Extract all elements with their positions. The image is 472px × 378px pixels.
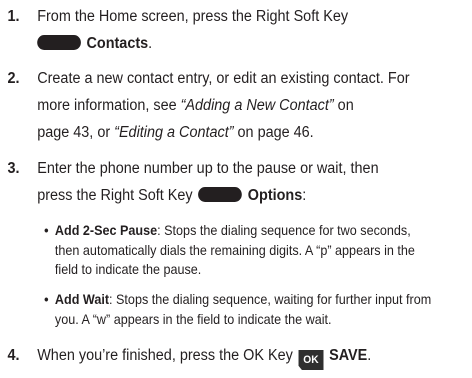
step-number: 1. — [7, 8, 20, 25]
step-line: press the Right Soft Key Options: — [37, 187, 307, 204]
key-label: Options — [247, 187, 303, 204]
bullet-body: Add Wait: Stops the dialing sequence, wa… — [54, 291, 432, 327]
step-line: page 43, or “Editing a Contact” on page … — [37, 124, 314, 141]
step-body: From the Home screen, press the Right So… — [37, 3, 460, 57]
step-line: Create a new contact entry, or edit an e… — [37, 70, 410, 87]
option-term: Add Wait — [54, 291, 110, 307]
step-line: When you’re finished, press the OK Key OK… — [37, 342, 460, 370]
key-label: SAVE — [329, 347, 368, 364]
step-number: 2. — [7, 70, 20, 87]
bullet-body: Add 2-Sec Pause: Stops the dialing seque… — [54, 222, 415, 277]
step-line: Enter the phone number up to the pause o… — [37, 160, 379, 177]
step-line: From the Home screen, press the Right So… — [37, 8, 349, 25]
cross-reference: “Adding a New Contact” — [180, 97, 334, 114]
right-soft-key-icon — [198, 187, 243, 202]
step-line: Contacts. — [37, 30, 460, 57]
step-body: Create a new contact entry, or edit an e… — [37, 65, 460, 146]
right-soft-key-icon — [37, 35, 81, 50]
step-number: 4. — [7, 347, 20, 364]
ok-key-icon: OK — [298, 350, 324, 370]
cross-reference: “Editing a Contact” — [114, 124, 234, 141]
bullet-marker: • — [44, 222, 49, 238]
step-line: more information, see “Adding a New Cont… — [37, 97, 354, 114]
bullet-marker: • — [44, 291, 49, 307]
step-body: When you’re finished, press the OK Key OK… — [37, 342, 460, 370]
manual-page: 1. From the Home screen, press the Right… — [0, 0, 472, 378]
step-number: 3. — [7, 160, 20, 177]
key-label: Contacts — [86, 35, 149, 52]
step-body: Enter the phone number up to the pause o… — [37, 155, 460, 209]
option-term: Add 2-Sec Pause — [54, 222, 158, 238]
